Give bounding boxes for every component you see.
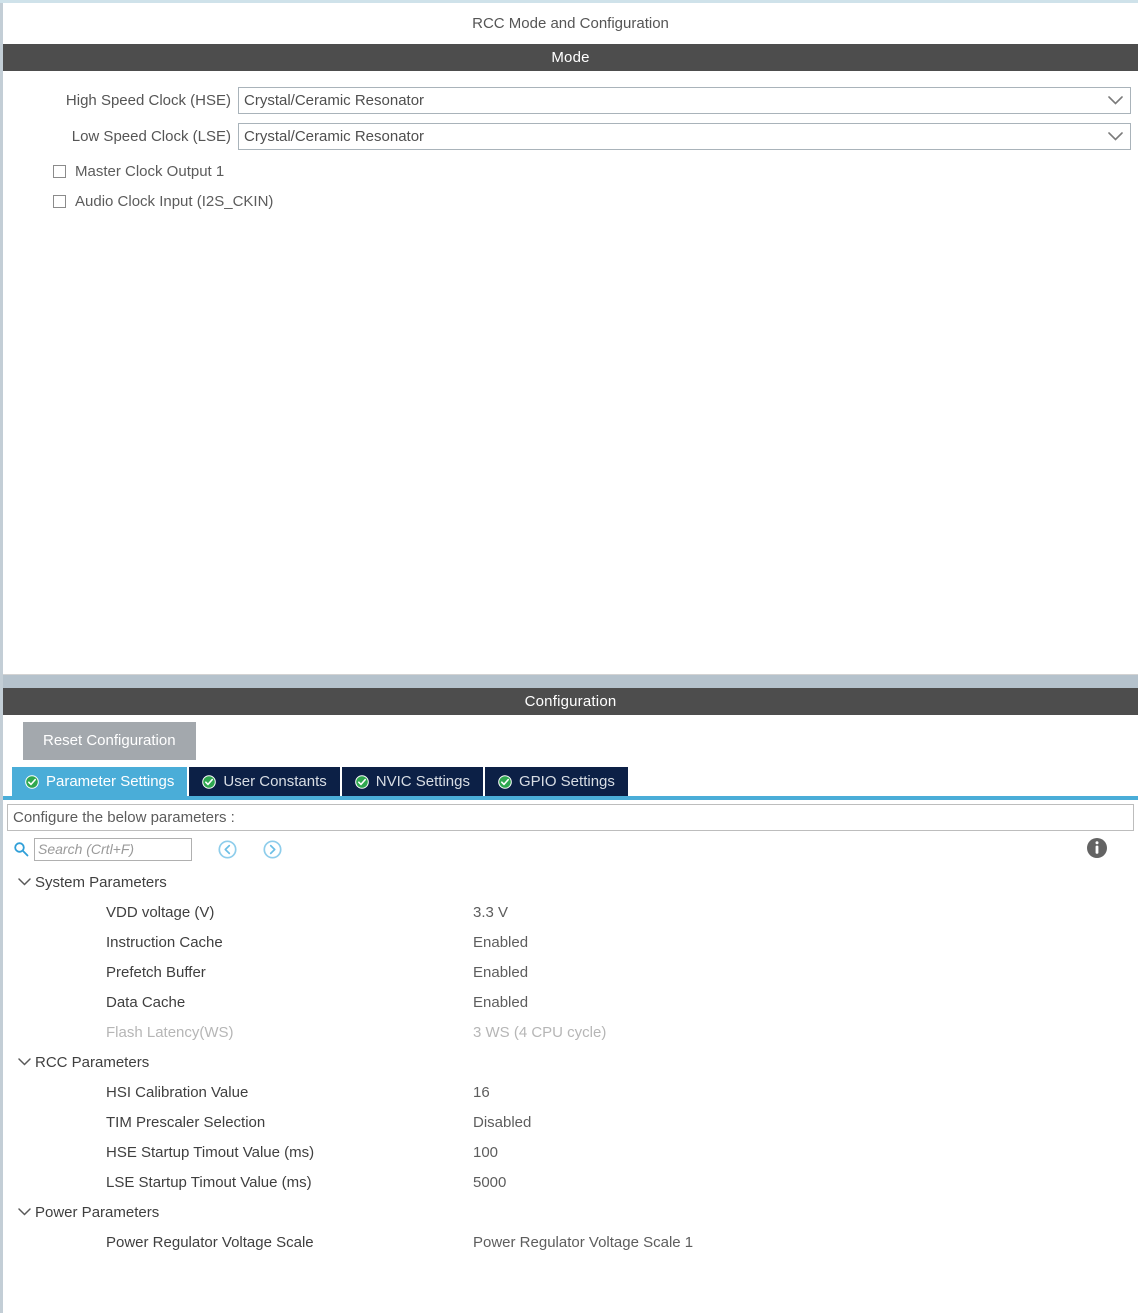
mode-section-header: Mode <box>3 44 1138 71</box>
master-clock-output-1-label: Master Clock Output 1 <box>75 163 225 180</box>
parameter-tree: System Parameters VDD voltage (V) 3.3 V … <box>3 867 1138 1257</box>
configuration-tabs: Parameter Settings User Constants NVIC S… <box>3 767 1138 796</box>
chevron-down-icon[interactable] <box>13 878 35 886</box>
group-system-parameters[interactable]: System Parameters <box>13 867 1138 897</box>
tab-nvic-settings[interactable]: NVIC Settings <box>341 767 483 796</box>
param-row-tim-prescaler-selection[interactable]: TIM Prescaler Selection Disabled <box>13 1107 1138 1137</box>
param-value: 3 WS (4 CPU cycle) <box>473 1023 607 1041</box>
tab-nvic-settings-label: NVIC Settings <box>375 773 470 790</box>
param-name: Data Cache <box>106 993 186 1011</box>
search-row <box>3 831 1138 867</box>
audio-clock-input-checkbox-row[interactable]: Audio Clock Input (I2S_CKIN) <box>53 193 1138 210</box>
param-row-flash-latency: Flash Latency(WS) 3 WS (4 CPU cycle) <box>13 1017 1138 1047</box>
param-row-instruction-cache[interactable]: Instruction Cache Enabled <box>13 927 1138 957</box>
reset-configuration-button[interactable]: Reset Configuration <box>23 722 196 760</box>
hse-value: Crystal/Ceramic Resonator <box>244 92 425 109</box>
param-name: LSE Startup Timout Value (ms) <box>106 1173 312 1191</box>
param-row-power-regulator-voltage-scale[interactable]: Power Regulator Voltage Scale Power Regu… <box>13 1227 1138 1257</box>
param-value: 16 <box>473 1083 490 1101</box>
page-title: RCC Mode and Configuration <box>3 3 1138 44</box>
mode-panel: High Speed Clock (HSE) Crystal/Ceramic R… <box>3 71 1138 675</box>
param-value: 5000 <box>473 1173 507 1191</box>
search-input[interactable] <box>34 837 192 861</box>
audio-clock-input-checkbox[interactable] <box>53 195 66 208</box>
configuration-section-label: Configuration <box>524 693 617 710</box>
configuration-section-header: Configuration <box>3 688 1138 715</box>
group-rcc-parameters-label: RCC Parameters <box>35 1053 150 1071</box>
audio-clock-input-label: Audio Clock Input (I2S_CKIN) <box>75 193 274 210</box>
group-power-parameters[interactable]: Power Parameters <box>13 1197 1138 1227</box>
master-clock-output-1-checkbox[interactable] <box>53 165 66 178</box>
configure-hint-bar: Configure the below parameters : <box>7 804 1134 831</box>
chevron-down-icon <box>1100 96 1130 105</box>
param-name: HSI Calibration Value <box>106 1083 249 1101</box>
param-row-vdd-voltage[interactable]: VDD voltage (V) 3.3 V <box>13 897 1138 927</box>
previous-icon[interactable] <box>218 839 237 859</box>
tab-user-constants-label: User Constants <box>223 773 327 790</box>
tab-underline <box>3 796 1138 800</box>
tab-gpio-settings[interactable]: GPIO Settings <box>485 767 628 796</box>
param-value: Enabled <box>473 963 529 981</box>
param-value: 100 <box>473 1143 499 1161</box>
chevron-down-icon <box>1100 132 1130 141</box>
param-name: VDD voltage (V) <box>106 903 215 921</box>
reset-area: Reset Configuration <box>3 715 1138 767</box>
lse-label: Low Speed Clock (LSE) <box>71 128 231 145</box>
tab-user-constants[interactable]: User Constants <box>189 767 340 796</box>
checkmark-icon <box>354 774 369 789</box>
configuration-panel: Reset Configuration Parameter Settings U… <box>3 715 1138 1275</box>
lse-value: Crystal/Ceramic Resonator <box>244 128 425 145</box>
lse-dropdown[interactable]: Crystal/Ceramic Resonator <box>238 123 1131 150</box>
next-icon[interactable] <box>263 839 282 859</box>
search-icon <box>13 841 29 857</box>
info-icon[interactable] <box>1086 837 1108 859</box>
param-row-hse-startup-timeout[interactable]: HSE Startup Timout Value (ms) 100 <box>13 1137 1138 1167</box>
param-name: TIM Prescaler Selection <box>106 1113 266 1131</box>
tab-parameter-settings[interactable]: Parameter Settings <box>12 767 188 796</box>
param-row-lse-startup-timeout[interactable]: LSE Startup Timout Value (ms) 5000 <box>13 1167 1138 1197</box>
param-name: Flash Latency(WS) <box>106 1023 234 1041</box>
chevron-down-icon[interactable] <box>13 1058 35 1066</box>
panel-splitter[interactable] <box>3 675 1138 688</box>
chevron-down-icon[interactable] <box>13 1208 35 1216</box>
group-system-parameters-label: System Parameters <box>35 873 167 891</box>
param-value: Enabled <box>473 933 529 951</box>
param-name: Power Regulator Voltage Scale <box>106 1233 314 1251</box>
param-value: Disabled <box>473 1113 532 1131</box>
param-name: HSE Startup Timout Value (ms) <box>106 1143 315 1161</box>
checkmark-icon <box>498 774 512 789</box>
param-row-hsi-calibration-value[interactable]: HSI Calibration Value 16 <box>13 1077 1138 1107</box>
hse-row: High Speed Clock (HSE) Crystal/Ceramic R… <box>3 87 1138 114</box>
param-name: Instruction Cache <box>106 933 223 951</box>
rcc-configuration-window: RCC Mode and Configuration Mode High Spe… <box>0 3 1138 1313</box>
checkmark-icon <box>202 774 217 789</box>
panel-bottom-fill <box>3 1257 1138 1275</box>
lse-row: Low Speed Clock (LSE) Crystal/Ceramic Re… <box>3 123 1138 150</box>
param-value: Enabled <box>473 993 529 1011</box>
hse-dropdown[interactable]: Crystal/Ceramic Resonator <box>238 87 1131 114</box>
param-name: Prefetch Buffer <box>106 963 206 981</box>
tab-gpio-settings-label: GPIO Settings <box>519 773 615 790</box>
hse-label: High Speed Clock (HSE) <box>65 92 231 109</box>
master-clock-output-1-checkbox-row[interactable]: Master Clock Output 1 <box>53 163 1138 180</box>
checkmark-icon <box>25 774 39 789</box>
page-title-text: RCC Mode and Configuration <box>472 15 669 32</box>
param-row-data-cache[interactable]: Data Cache Enabled <box>13 987 1138 1017</box>
param-value: 3.3 V <box>473 903 509 921</box>
param-row-prefetch-buffer[interactable]: Prefetch Buffer Enabled <box>13 957 1138 987</box>
configure-hint-text: Configure the below parameters : <box>13 809 235 826</box>
param-value: Power Regulator Voltage Scale 1 <box>473 1233 694 1251</box>
mode-section-label: Mode <box>551 49 590 66</box>
tab-parameter-settings-label: Parameter Settings <box>46 773 175 790</box>
group-power-parameters-label: Power Parameters <box>35 1203 160 1221</box>
group-rcc-parameters[interactable]: RCC Parameters <box>13 1047 1138 1077</box>
